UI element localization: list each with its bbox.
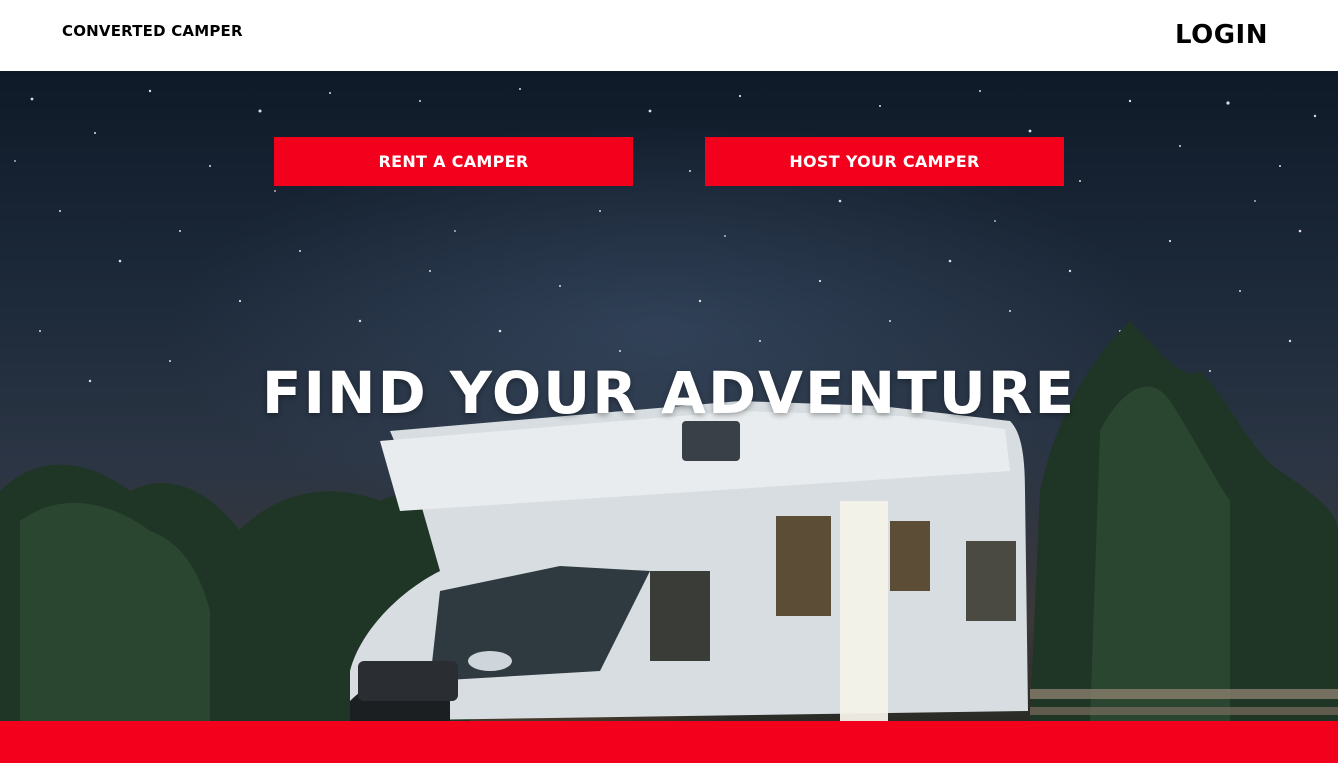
footer-accent-band bbox=[0, 721, 1338, 763]
hero-section: RENT A CAMPER HOST YOUR CAMPER FIND YOUR… bbox=[0, 71, 1338, 721]
rent-a-camper-button[interactable]: RENT A CAMPER bbox=[274, 137, 633, 186]
hero-headline: FIND YOUR ADVENTURE bbox=[261, 359, 1077, 427]
login-link[interactable]: LOGIN bbox=[1175, 20, 1268, 50]
host-your-camper-button[interactable]: HOST YOUR CAMPER bbox=[705, 137, 1064, 186]
brand-logo[interactable]: CONVERTED CAMPER bbox=[62, 22, 243, 40]
top-navigation-bar: CONVERTED CAMPER LOGIN bbox=[0, 0, 1338, 71]
